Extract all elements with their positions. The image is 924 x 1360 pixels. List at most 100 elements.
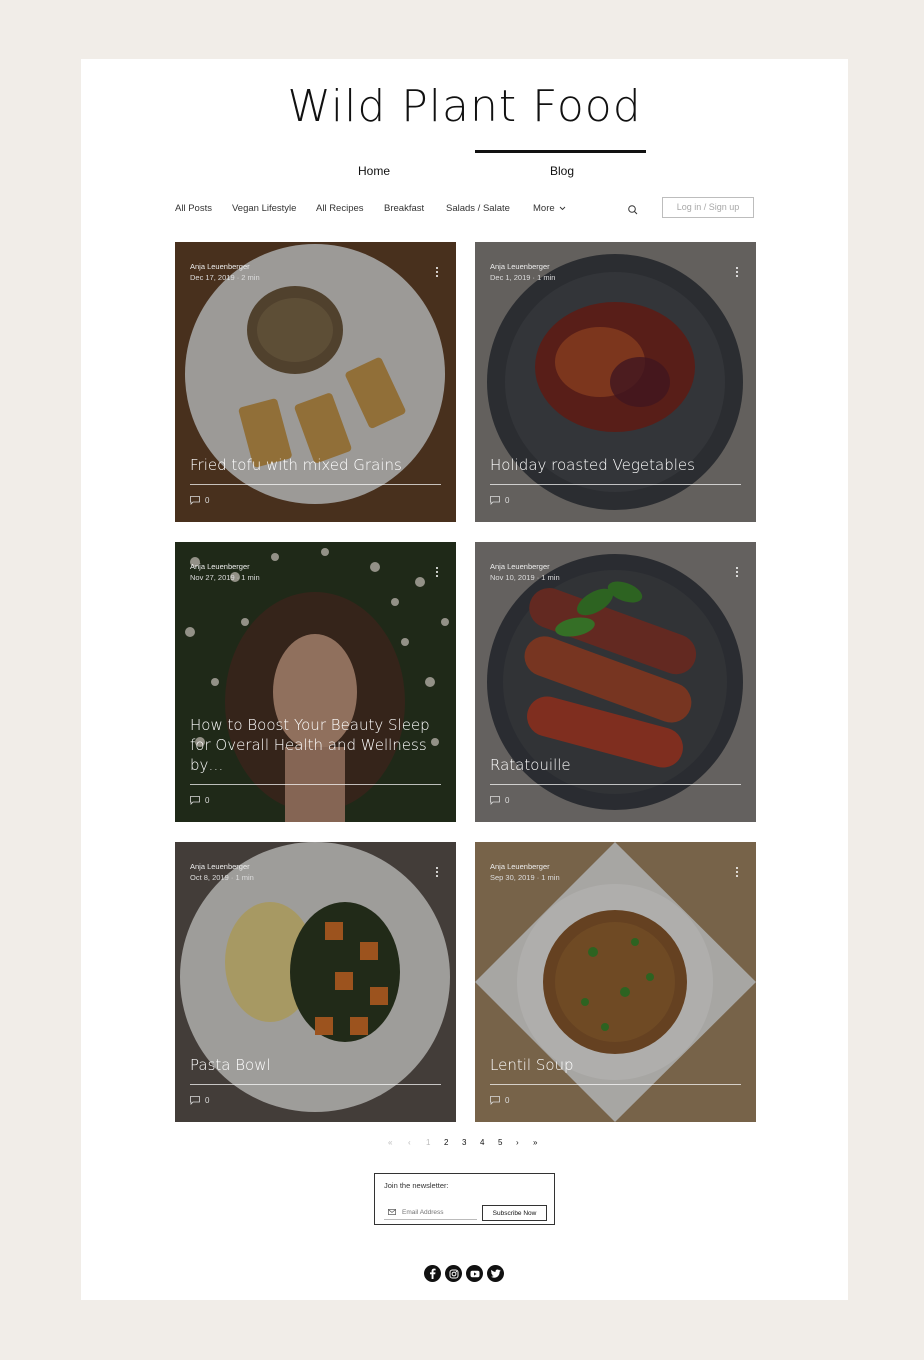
nav-active-indicator: [475, 150, 646, 153]
image-overlay: [175, 542, 456, 822]
post-card[interactable]: Anja Leuenberger Dec 1, 2019 · 1 min Hol…: [475, 242, 756, 522]
post-title[interactable]: Holiday roasted Vegetables: [490, 455, 742, 475]
youtube-icon[interactable]: [466, 1265, 483, 1282]
post-card[interactable]: Anja Leuenberger Nov 10, 2019 · 1 min Ra…: [475, 542, 756, 822]
divider: [190, 784, 441, 785]
post-comments[interactable]: 0: [190, 1096, 209, 1105]
comment-icon: [490, 796, 500, 805]
chevron-down-icon: [559, 206, 566, 211]
category-all-recipes[interactable]: All Recipes: [316, 203, 364, 214]
post-meta: Dec 1, 2019 · 1 min: [490, 273, 556, 282]
post-meta: Oct 8, 2019 · 1 min: [190, 873, 254, 882]
post-title[interactable]: Lentil Soup: [490, 1055, 742, 1075]
post-author[interactable]: Anja Leuenberger: [490, 562, 550, 571]
newsletter-label: Join the newsletter:: [384, 1181, 449, 1190]
divider: [490, 484, 741, 485]
post-date: Sep 30, 2019: [490, 873, 535, 882]
last-page-button[interactable]: »: [533, 1138, 537, 1147]
image-overlay: [175, 842, 456, 1122]
post-read-time: 1 min: [235, 873, 254, 882]
more-options-icon[interactable]: [436, 267, 439, 278]
post-comments[interactable]: 0: [190, 796, 209, 805]
category-more-label: More: [533, 203, 555, 214]
search-icon[interactable]: [627, 204, 639, 216]
image-overlay: [175, 242, 456, 522]
pagination: « ‹ 1 2 3 4 5 › »: [81, 1138, 848, 1150]
more-options-icon[interactable]: [436, 867, 439, 878]
post-comments[interactable]: 0: [490, 796, 509, 805]
more-options-icon[interactable]: [436, 567, 439, 578]
divider: [490, 784, 741, 785]
first-page-button[interactable]: «: [388, 1138, 392, 1147]
nav-home[interactable]: Home: [358, 164, 390, 178]
post-comments[interactable]: 0: [190, 496, 209, 505]
post-date: Oct 8, 2019: [190, 873, 229, 882]
comment-icon: [190, 1096, 200, 1105]
post-comments[interactable]: 0: [490, 1096, 509, 1105]
post-title[interactable]: Ratatouille: [490, 755, 742, 775]
page-5[interactable]: 5: [498, 1138, 502, 1147]
post-meta: Sep 30, 2019 · 1 min: [490, 873, 560, 882]
subscribe-button[interactable]: Subscribe Now: [482, 1205, 547, 1221]
post-card[interactable]: Anja Leuenberger Sep 30, 2019 · 1 min Le…: [475, 842, 756, 1122]
social-links: [424, 1265, 504, 1282]
page-2[interactable]: 2: [444, 1138, 448, 1147]
image-overlay: [475, 242, 756, 522]
post-title[interactable]: How to Boost Your Beauty Sleep for Overa…: [190, 715, 442, 775]
mail-icon: [388, 1209, 396, 1215]
post-card[interactable]: Anja Leuenberger Oct 8, 2019 · 1 min Pas…: [175, 842, 456, 1122]
more-options-icon[interactable]: [736, 267, 739, 278]
newsletter-email-input[interactable]: [384, 1205, 477, 1220]
more-options-icon[interactable]: [736, 867, 739, 878]
post-date: Nov 27, 2019: [190, 573, 235, 582]
comment-count: 0: [205, 1096, 210, 1105]
page-1[interactable]: 1: [426, 1138, 430, 1147]
nav-blog[interactable]: Blog: [550, 164, 574, 178]
post-meta: Nov 27, 2019 · 1 min: [190, 573, 260, 582]
post-read-time: 1 min: [541, 873, 560, 882]
post-read-time: 2 min: [241, 273, 260, 282]
category-all-posts[interactable]: All Posts: [175, 203, 212, 214]
post-author[interactable]: Anja Leuenberger: [190, 862, 250, 871]
post-author[interactable]: Anja Leuenberger: [490, 862, 550, 871]
post-date: Nov 10, 2019: [490, 573, 535, 582]
post-comments[interactable]: 0: [490, 496, 509, 505]
category-breakfast[interactable]: Breakfast: [384, 203, 424, 214]
comment-count: 0: [505, 796, 510, 805]
category-vegan-lifestyle[interactable]: Vegan Lifestyle: [232, 203, 296, 214]
category-more[interactable]: More: [533, 203, 566, 214]
page-4[interactable]: 4: [480, 1138, 484, 1147]
post-author[interactable]: Anja Leuenberger: [490, 262, 550, 271]
category-salads[interactable]: Salads / Salate: [446, 203, 510, 214]
comment-count: 0: [205, 496, 210, 505]
page: Wild Plant Food Home Blog All Posts Vega…: [81, 59, 848, 1300]
comment-count: 0: [205, 796, 210, 805]
post-author[interactable]: Anja Leuenberger: [190, 262, 250, 271]
post-meta: Nov 10, 2019 · 1 min: [490, 573, 560, 582]
post-read-time: 1 min: [241, 573, 260, 582]
comment-icon: [190, 796, 200, 805]
prev-page-button[interactable]: ‹: [408, 1138, 411, 1147]
next-page-button[interactable]: ›: [516, 1138, 519, 1147]
image-overlay: [475, 542, 756, 822]
post-author[interactable]: Anja Leuenberger: [190, 562, 250, 571]
facebook-icon[interactable]: [424, 1265, 441, 1282]
divider: [190, 1084, 441, 1085]
instagram-icon[interactable]: [445, 1265, 462, 1282]
image-overlay: [475, 842, 756, 1122]
comment-icon: [190, 496, 200, 505]
newsletter-box: Join the newsletter: Subscribe Now: [374, 1173, 555, 1225]
more-options-icon[interactable]: [736, 567, 739, 578]
post-card[interactable]: Anja Leuenberger Dec 17, 2019 · 2 min Fr…: [175, 242, 456, 522]
post-card[interactable]: Anja Leuenberger Nov 27, 2019 · 1 min Ho…: [175, 542, 456, 822]
comment-icon: [490, 1096, 500, 1105]
post-title[interactable]: Fried tofu with mixed Grains: [190, 455, 442, 475]
post-meta: Dec 17, 2019 · 2 min: [190, 273, 260, 282]
comment-icon: [490, 496, 500, 505]
site-title[interactable]: Wild Plant Food: [81, 81, 848, 132]
page-3[interactable]: 3: [462, 1138, 466, 1147]
post-date: Dec 1, 2019: [490, 273, 531, 282]
twitter-icon[interactable]: [487, 1265, 504, 1282]
post-title[interactable]: Pasta Bowl: [190, 1055, 442, 1075]
login-signup-button[interactable]: Log in / Sign up: [662, 197, 754, 218]
